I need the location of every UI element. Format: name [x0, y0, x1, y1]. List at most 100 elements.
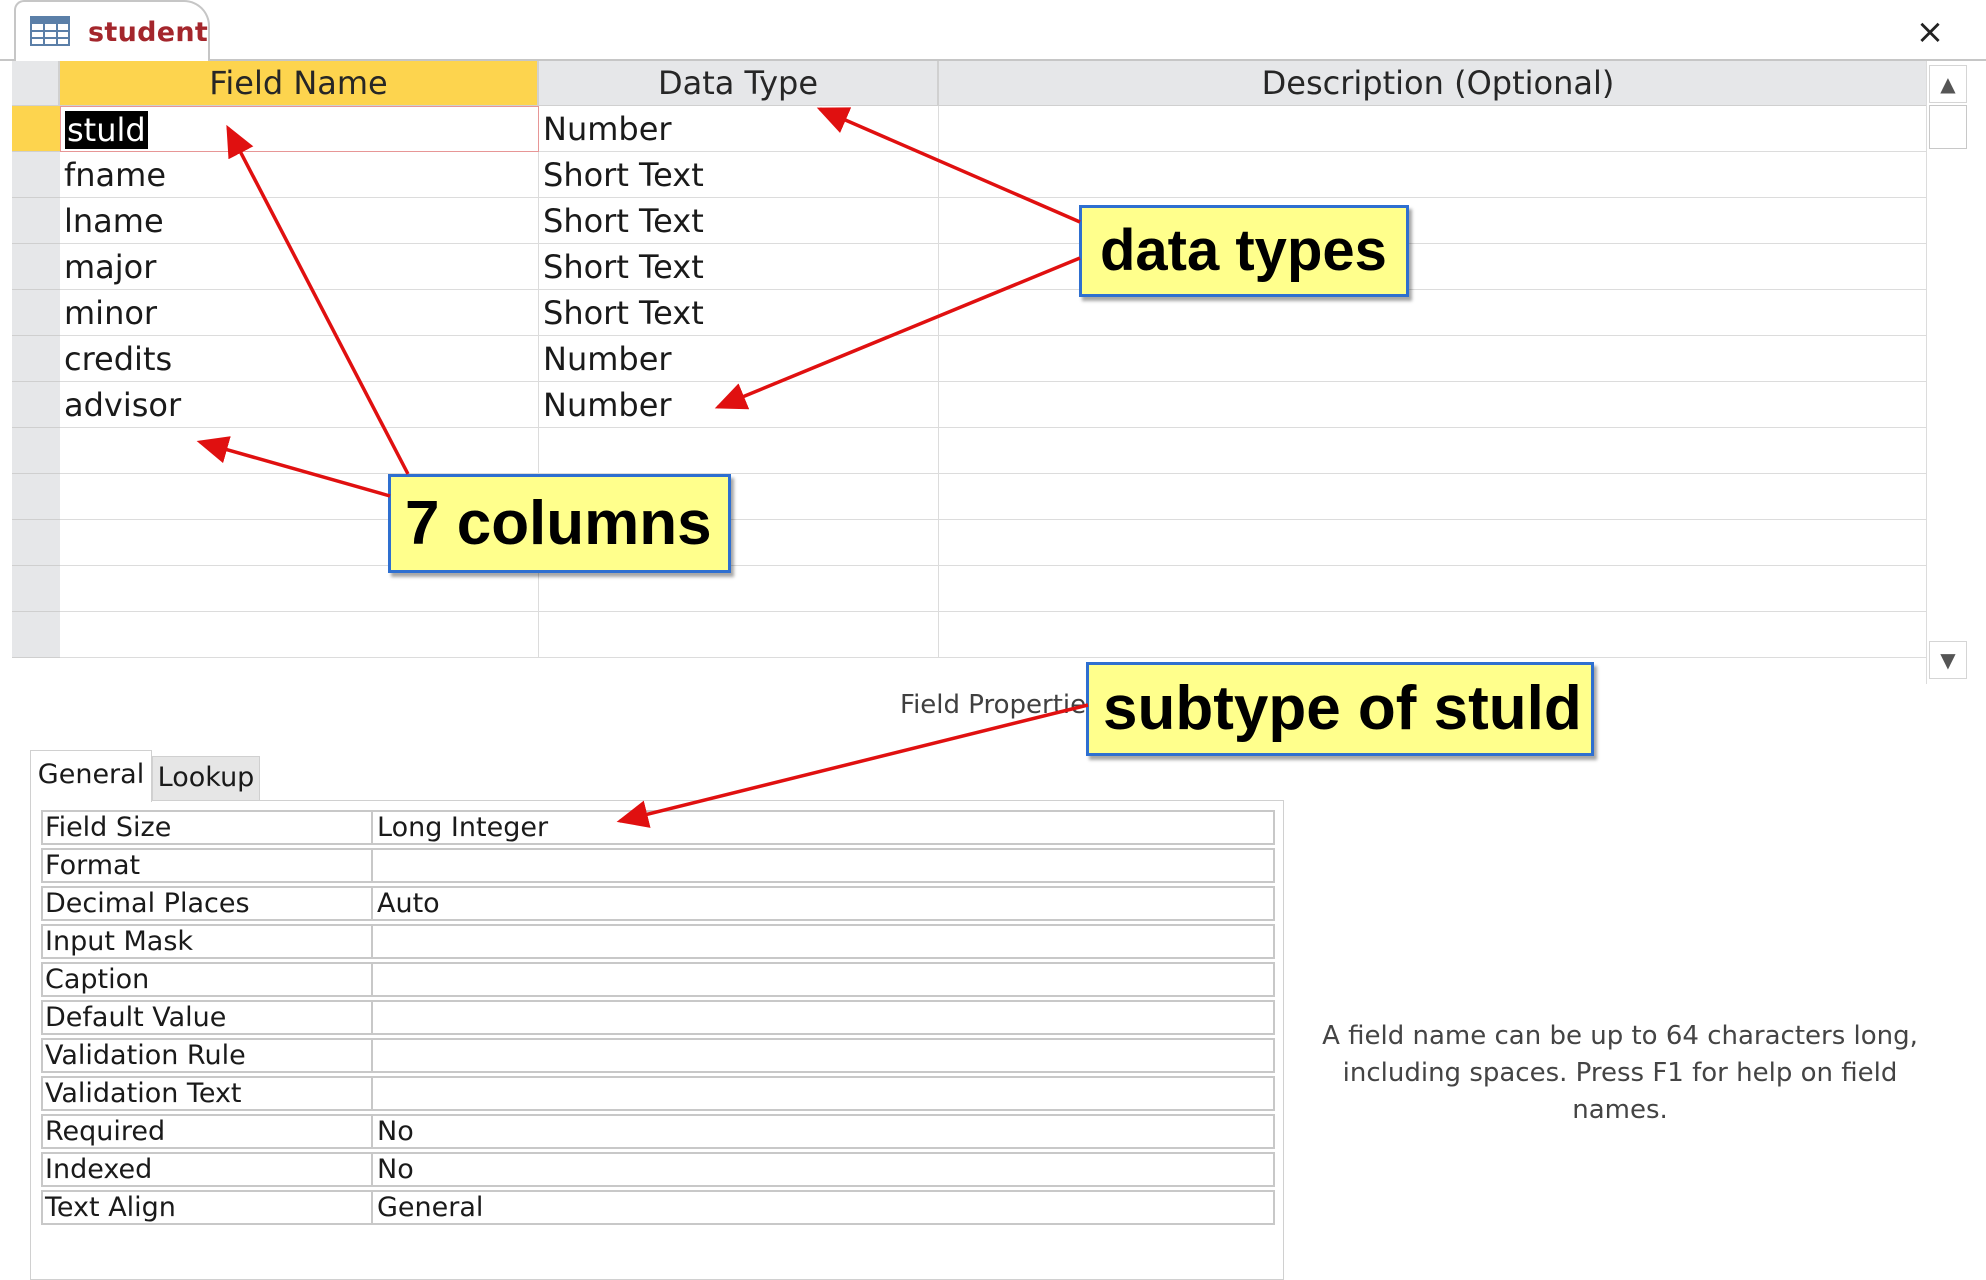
property-value[interactable]: General — [371, 1190, 1275, 1225]
property-row[interactable]: Decimal Places Auto — [41, 886, 1275, 921]
header-description[interactable]: Description (Optional) — [939, 61, 1937, 106]
field-row[interactable]: advisor Number — [12, 382, 1937, 428]
description-cell[interactable] — [939, 382, 1937, 428]
property-value[interactable]: Long Integer — [371, 810, 1275, 845]
field-design-grid: Field Name Data Type Description (Option… — [12, 61, 1937, 684]
field-row[interactable]: major Short Text — [12, 244, 1937, 290]
field-row[interactable]: minor Short Text — [12, 290, 1937, 336]
description-cell[interactable] — [939, 566, 1937, 612]
scroll-thumb[interactable] — [1929, 105, 1967, 149]
description-cell[interactable] — [939, 428, 1937, 474]
grid-corner[interactable] — [12, 61, 60, 106]
description-cell[interactable] — [939, 106, 1937, 152]
empty-row[interactable] — [12, 612, 1937, 658]
property-name: Input Mask — [41, 924, 371, 959]
field-name-cell[interactable]: advisor — [60, 382, 539, 428]
close-icon[interactable]: × — [1910, 12, 1950, 52]
row-selector[interactable] — [12, 336, 60, 382]
row-selector-current[interactable] — [12, 106, 60, 152]
property-value[interactable] — [371, 1076, 1275, 1111]
empty-row[interactable] — [12, 428, 1937, 474]
header-data-type[interactable]: Data Type — [539, 61, 939, 106]
property-row[interactable]: Caption — [41, 962, 1275, 997]
property-value[interactable] — [371, 924, 1275, 959]
description-cell[interactable] — [939, 152, 1937, 198]
property-row[interactable]: Format — [41, 848, 1275, 883]
property-row[interactable]: Validation Text — [41, 1076, 1275, 1111]
field-name-cell[interactable]: minor — [60, 290, 539, 336]
help-text: A field name can be up to 64 characters … — [1322, 1021, 1918, 1125]
property-row[interactable]: Validation Rule — [41, 1038, 1275, 1073]
field-name-cell[interactable]: lname — [60, 198, 539, 244]
data-type-cell[interactable]: Short Text — [539, 244, 939, 290]
vertical-scrollbar[interactable]: ▲ ▼ — [1926, 61, 1968, 684]
property-name: Caption — [41, 962, 371, 997]
data-type-cell[interactable]: Number — [539, 106, 939, 152]
data-type-cell[interactable] — [539, 612, 939, 658]
scroll-down-icon[interactable]: ▼ — [1929, 641, 1967, 679]
property-name: Decimal Places — [41, 886, 371, 921]
property-row[interactable]: Field Size Long Integer — [41, 810, 1275, 845]
tab-title: student — [88, 17, 209, 48]
data-type-cell[interactable]: Number — [539, 382, 939, 428]
properties-table: Field Size Long Integer Format Decimal Pl… — [41, 807, 1275, 1228]
data-type-cell[interactable]: Short Text — [539, 152, 939, 198]
row-selector[interactable] — [12, 244, 60, 290]
property-name: Default Value — [41, 1000, 371, 1035]
callout-data-types: data types — [1079, 205, 1409, 297]
row-selector[interactable] — [12, 152, 60, 198]
tab-lookup[interactable]: Lookup — [152, 756, 260, 802]
field-name-cell[interactable]: credits — [60, 336, 539, 382]
field-row[interactable]: stuld Number — [12, 106, 1937, 152]
row-selector[interactable] — [12, 474, 60, 520]
data-type-cell[interactable]: Short Text — [539, 290, 939, 336]
header-field-name[interactable]: Field Name — [60, 61, 539, 106]
field-name-cell[interactable] — [60, 612, 539, 658]
row-selector[interactable] — [12, 382, 60, 428]
property-value[interactable]: Auto — [371, 886, 1275, 921]
data-type-cell[interactable]: Number — [539, 336, 939, 382]
property-value[interactable] — [371, 848, 1275, 883]
field-name-cell[interactable]: fname — [60, 152, 539, 198]
property-value[interactable]: No — [371, 1152, 1275, 1187]
property-row[interactable]: Required No — [41, 1114, 1275, 1149]
scroll-up-icon[interactable]: ▲ — [1929, 65, 1967, 103]
data-type-cell[interactable] — [539, 428, 939, 474]
property-name: Format — [41, 848, 371, 883]
field-row[interactable]: lname Short Text — [12, 198, 1937, 244]
property-value[interactable]: No — [371, 1114, 1275, 1149]
property-name: Indexed — [41, 1152, 371, 1187]
property-value[interactable] — [371, 1000, 1275, 1035]
empty-row[interactable] — [12, 520, 1937, 566]
description-cell[interactable] — [939, 612, 1937, 658]
property-row[interactable]: Indexed No — [41, 1152, 1275, 1187]
field-name-cell[interactable] — [60, 428, 539, 474]
field-name-cell[interactable]: major — [60, 244, 539, 290]
field-name-cell[interactable]: stuld — [60, 106, 539, 152]
field-properties-panel: Field Size Long Integer Format Decimal Pl… — [30, 800, 1284, 1280]
property-row[interactable]: Default Value — [41, 1000, 1275, 1035]
callout-subtype: subtype of stuld — [1086, 662, 1594, 756]
empty-row[interactable] — [12, 566, 1937, 612]
row-selector[interactable] — [12, 520, 60, 566]
empty-row[interactable] — [12, 474, 1937, 520]
row-selector[interactable] — [12, 198, 60, 244]
selected-field-name-text: stuld — [65, 111, 148, 149]
description-cell[interactable] — [939, 474, 1937, 520]
row-selector[interactable] — [12, 566, 60, 612]
row-selector[interactable] — [12, 612, 60, 658]
description-cell[interactable] — [939, 336, 1937, 382]
description-cell[interactable] — [939, 520, 1937, 566]
tab-student[interactable]: student — [14, 0, 210, 61]
property-row[interactable]: Input Mask — [41, 924, 1275, 959]
field-row[interactable]: fname Short Text — [12, 152, 1937, 198]
row-selector[interactable] — [12, 428, 60, 474]
property-name: Validation Text — [41, 1076, 371, 1111]
property-row[interactable]: Text Align General — [41, 1190, 1275, 1225]
row-selector[interactable] — [12, 290, 60, 336]
property-value[interactable] — [371, 962, 1275, 997]
field-row[interactable]: credits Number — [12, 336, 1937, 382]
data-type-cell[interactable]: Short Text — [539, 198, 939, 244]
property-value[interactable] — [371, 1038, 1275, 1073]
tab-general[interactable]: General — [30, 750, 152, 802]
